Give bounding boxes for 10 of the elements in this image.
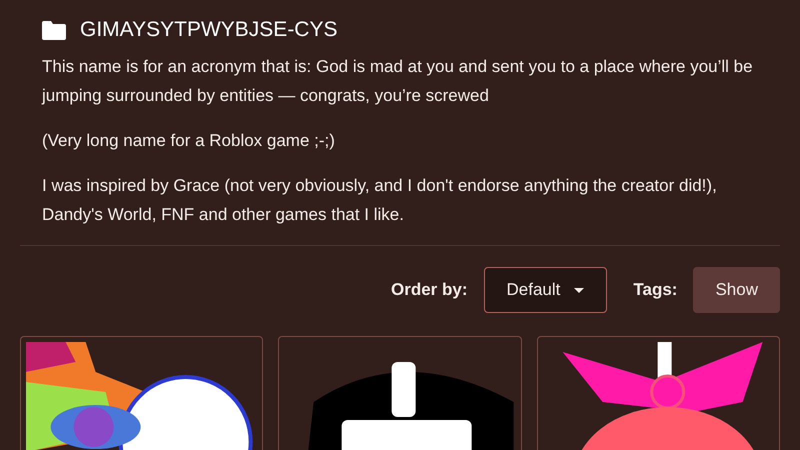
folder-icon bbox=[42, 20, 66, 40]
description-paragraph: (Very long name for a Roblox game ;-;) bbox=[42, 130, 336, 152]
description-paragraph: I was inspired by Grace (not very obviously, and I don't endorse anything the creator did!), Dandy's World, FNF and other games that I like. bbox=[42, 175, 718, 226]
project-title: GIMAYSYTPWYBJSE-CYS bbox=[80, 18, 338, 42]
order-dropdown[interactable]: Default bbox=[484, 267, 608, 313]
tags-label: Tags: bbox=[633, 280, 678, 300]
caret-icon bbox=[574, 288, 584, 292]
order-by-label: Order by: bbox=[390, 280, 468, 300]
show-tags-button[interactable]: Show bbox=[693, 267, 780, 313]
description-paragraph: This name is for an acronym that is: God is mad at you and sent you to a place where you’ll be jumping surrounded by entities — congrats, you’re screwed bbox=[42, 56, 754, 107]
